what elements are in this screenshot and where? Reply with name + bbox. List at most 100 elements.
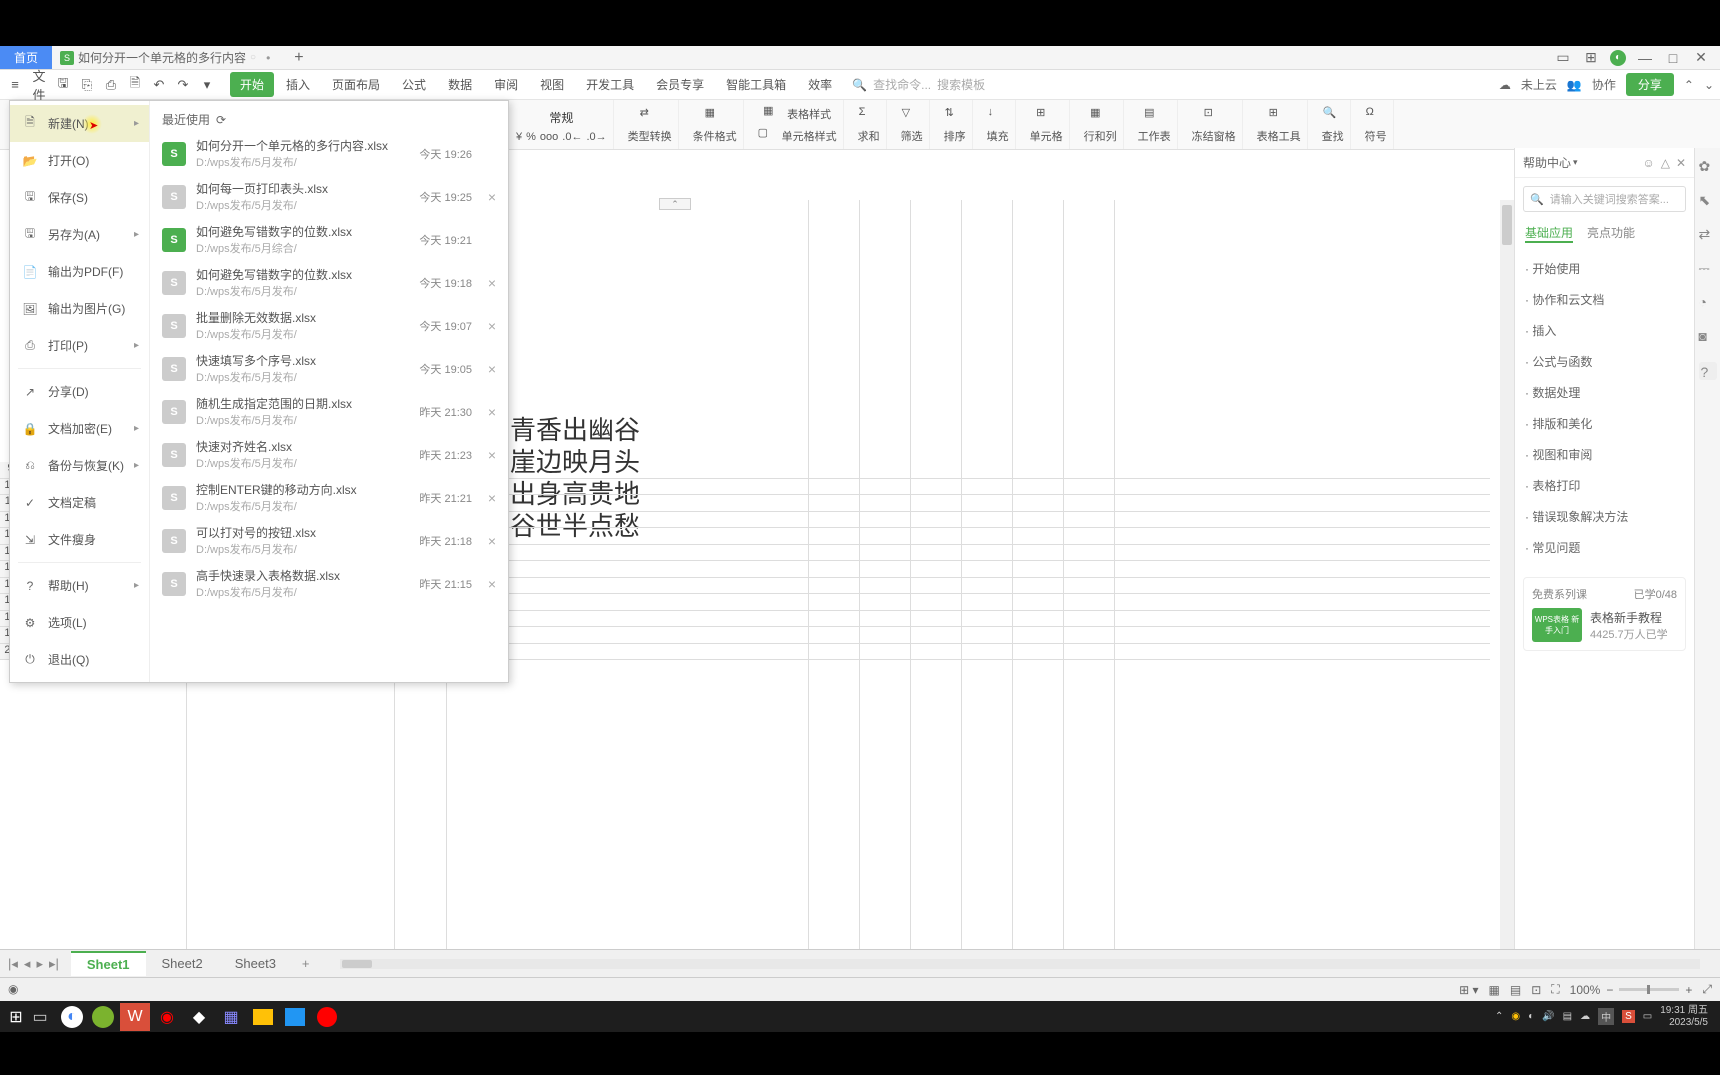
file-menu-button[interactable]: 文件: [30, 76, 48, 94]
help-sidebar-icon[interactable]: ?: [1699, 362, 1717, 380]
remove-recent-icon[interactable]: ×: [488, 404, 496, 420]
help-link[interactable]: · 排版和美化: [1525, 408, 1684, 439]
tab-dev[interactable]: 开发工具: [576, 72, 644, 97]
minimize-icon[interactable]: —: [1636, 49, 1654, 67]
close-tab-icon[interactable]: •: [260, 51, 276, 65]
table-style-icon[interactable]: ▦: [763, 104, 783, 124]
maximize-icon[interactable]: □: [1664, 49, 1682, 67]
file-menu-item[interactable]: ✓文档定稿: [10, 484, 149, 521]
refresh-icon[interactable]: ⟳: [216, 113, 226, 127]
file-menu-item[interactable]: ↗分享(D): [10, 373, 149, 410]
app-icon[interactable]: [280, 1003, 310, 1031]
document-tab[interactable]: S 如何分开一个单元格的多行内容 ○ •: [52, 49, 284, 66]
recent-file-item[interactable]: S 可以打对号的按钮.xlsxD:/wps发布/5月发布/ 昨天 21:18 ×: [154, 519, 504, 562]
tab-formula[interactable]: 公式: [392, 72, 436, 97]
remove-recent-icon[interactable]: ×: [488, 189, 496, 205]
file-menu-item[interactable]: ⏻退出(Q): [10, 641, 149, 678]
file-menu-item[interactable]: ⇲文件瘦身: [10, 521, 149, 558]
filter-icon[interactable]: ▽: [902, 106, 922, 126]
close-window-icon[interactable]: ✕: [1692, 49, 1710, 67]
link-icon[interactable]: ⎓: [1699, 260, 1717, 278]
file-menu-item[interactable]: ⎌备份与恢复(K)▸: [10, 447, 149, 484]
layout-normal-icon[interactable]: ▦: [1489, 983, 1500, 997]
cloud-status[interactable]: 未上云: [1521, 76, 1557, 93]
help-link[interactable]: · 插入: [1525, 315, 1684, 346]
help-link[interactable]: · 公式与函数: [1525, 346, 1684, 377]
file-menu-item[interactable]: 🖼输出为图片(G): [10, 290, 149, 327]
sort-icon[interactable]: ⇅: [945, 106, 965, 126]
find-icon[interactable]: 🔍: [1323, 106, 1343, 126]
sheet-tab-1[interactable]: Sheet1: [71, 951, 146, 976]
promo-card[interactable]: 免费系列课 已学0/48 WPS表格 新手入门 表格新手教程 4425.7万人已…: [1523, 577, 1686, 651]
select-icon[interactable]: ⬉: [1699, 192, 1717, 210]
cell-style-icon[interactable]: ▢: [758, 126, 778, 146]
recent-file-item[interactable]: S 批量删除无效数据.xlsxD:/wps发布/5月发布/ 今天 19:07 ×: [154, 304, 504, 347]
start-button[interactable]: ⊞: [4, 1005, 28, 1029]
tray-icon[interactable]: S: [1622, 1010, 1635, 1023]
horizontal-scrollbar[interactable]: [340, 959, 1700, 969]
save-as-icon[interactable]: ⎘: [78, 76, 96, 94]
comma-icon[interactable]: ооо: [540, 131, 558, 143]
coop-label[interactable]: 协作: [1592, 76, 1616, 93]
zoom-out-icon[interactable]: −: [1606, 983, 1613, 997]
cells-icon[interactable]: ⊞: [1036, 106, 1056, 126]
wps-icon[interactable]: W: [120, 1003, 150, 1031]
view-mode-icon[interactable]: ⊞ ▾: [1459, 983, 1478, 997]
wechat-icon[interactable]: [88, 1003, 118, 1031]
sum-icon[interactable]: Σ: [859, 106, 879, 126]
table-tools-icon[interactable]: ⊞: [1269, 106, 1289, 126]
file-menu-item[interactable]: 🗎新建(N)▸: [10, 105, 149, 142]
save-icon[interactable]: 🖫: [54, 76, 72, 94]
tray-icon[interactable]: ☁: [1580, 1011, 1590, 1022]
sheet-tab-3[interactable]: Sheet3: [219, 952, 292, 975]
dropdown-icon[interactable]: ▾: [1573, 157, 1578, 168]
help-link[interactable]: · 协作和云文档: [1525, 284, 1684, 315]
format-combo[interactable]: 常规: [542, 106, 580, 129]
explorer-icon[interactable]: [248, 1003, 278, 1031]
camera-icon[interactable]: ◙: [1699, 328, 1717, 346]
feedback-icon[interactable]: ☺: [1642, 156, 1654, 170]
layout-break-icon[interactable]: ⊡: [1531, 983, 1541, 997]
help-link[interactable]: · 错误现象解决方法: [1525, 501, 1684, 532]
help-link[interactable]: · 常见问题: [1525, 532, 1684, 563]
undo-icon[interactable]: ↶: [150, 76, 168, 94]
zoom-slider[interactable]: [1619, 988, 1679, 991]
tab-data[interactable]: 数据: [438, 72, 482, 97]
tab-start[interactable]: 开始: [230, 72, 274, 97]
help-tab-basic[interactable]: 基础应用: [1525, 224, 1573, 243]
tray-icon[interactable]: ◐: [1528, 1011, 1534, 1022]
zoom-value[interactable]: 100%: [1570, 983, 1601, 997]
record-icon[interactable]: ◉: [8, 982, 24, 998]
tray-icon[interactable]: ▤: [1563, 1011, 1572, 1022]
recent-file-item[interactable]: S 控制ENTER键的移动方向.xlsxD:/wps发布/5月发布/ 昨天 21…: [154, 476, 504, 519]
tray-icon[interactable]: ◉: [1511, 1011, 1520, 1022]
notification-icon[interactable]: △: [1661, 156, 1670, 170]
symbol-icon[interactable]: Ω: [1366, 106, 1386, 126]
tab-layout[interactable]: 页面布局: [322, 72, 390, 97]
help-link[interactable]: · 表格打印: [1525, 470, 1684, 501]
recent-file-item[interactable]: S 高手快速录入表格数据.xlsxD:/wps发布/5月发布/ 昨天 21:15…: [154, 562, 504, 605]
rowcol-icon[interactable]: ▦: [1090, 106, 1110, 126]
remove-recent-icon[interactable]: ×: [488, 275, 496, 291]
collapse-button[interactable]: ⌃: [659, 198, 691, 210]
print-icon[interactable]: ⎙: [102, 76, 120, 94]
file-menu-item[interactable]: 🖫另存为(A)▸: [10, 216, 149, 253]
tab-insert[interactable]: 插入: [276, 72, 320, 97]
recent-file-item[interactable]: S 如何避免写错数字的位数.xlsxD:/wps发布/5月综合/ 今天 19:2…: [154, 218, 504, 261]
tab-efficiency[interactable]: 效率: [798, 72, 842, 97]
tab-member[interactable]: 会员专享: [646, 72, 714, 97]
currency-icon[interactable]: ¥: [516, 131, 522, 143]
add-sheet-button[interactable]: +: [292, 956, 320, 971]
recent-file-item[interactable]: S 快速填写多个序号.xlsxD:/wps发布/5月发布/ 今天 19:05 ×: [154, 347, 504, 390]
file-menu-item[interactable]: ⎙打印(P)▸: [10, 327, 149, 364]
clock[interactable]: 19:31 周五 2023/5/5: [1660, 1005, 1708, 1029]
remove-recent-icon[interactable]: ×: [488, 576, 496, 592]
chrome-icon[interactable]: ◐: [61, 1006, 83, 1028]
increase-decimal-icon[interactable]: .0←: [562, 131, 582, 143]
dropdown-icon[interactable]: ▾: [198, 76, 216, 94]
layout-page-icon[interactable]: ▤: [1510, 983, 1521, 997]
close-panel-icon[interactable]: ✕: [1676, 156, 1686, 170]
menu-icon[interactable]: ≡: [6, 76, 24, 94]
remove-recent-icon[interactable]: ×: [488, 447, 496, 463]
expand-icon[interactable]: ⤢: [1702, 982, 1712, 997]
